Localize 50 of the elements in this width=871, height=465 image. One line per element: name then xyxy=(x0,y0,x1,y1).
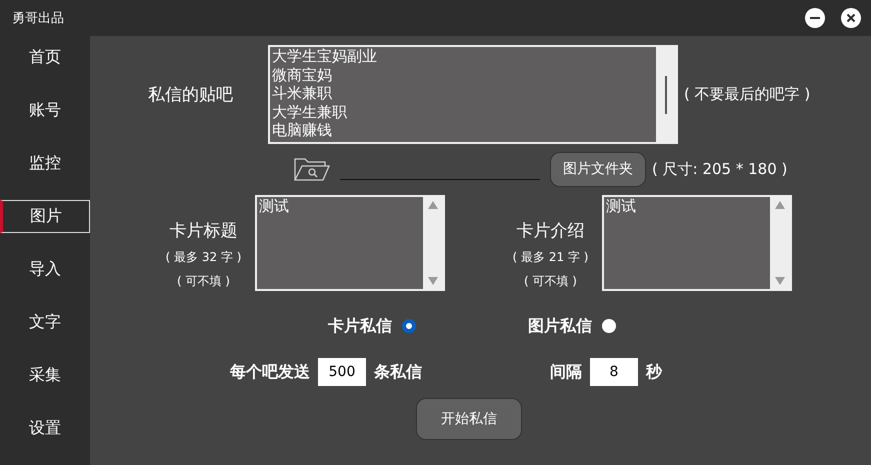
text-value: 测试 xyxy=(258,197,290,217)
optional-hint: ( 可不填 ) xyxy=(177,273,230,290)
close-icon[interactable] xyxy=(841,8,861,28)
list-item[interactable]: 微商宝妈 xyxy=(272,66,656,84)
scroll-up-icon[interactable] xyxy=(428,201,438,209)
count-field[interactable]: 500 xyxy=(318,358,366,386)
list-item[interactable]: 大学生兼职 xyxy=(272,102,656,121)
radio-label: 卡片私信 xyxy=(328,316,392,336)
start-button[interactable]: 开始私信 xyxy=(416,398,522,440)
field-label: 间隔 xyxy=(550,362,582,382)
field-label: 每个吧发送 xyxy=(230,362,310,382)
list-item[interactable]: 大学生宝妈副业 xyxy=(272,47,656,66)
sidebar-item[interactable]: 图片 xyxy=(0,200,90,234)
optional-hint: ( 可不填 ) xyxy=(524,273,577,290)
sidebar-item[interactable]: 监控 xyxy=(0,147,90,180)
window-title: 勇哥出品 xyxy=(12,10,64,27)
sidebar-item[interactable]: 文字 xyxy=(0,306,90,340)
list-item[interactable]: 斗米兼职 xyxy=(272,84,656,102)
scrollbar[interactable] xyxy=(656,47,676,142)
field-label: 卡片介绍 xyxy=(516,220,584,242)
hint-text: ( 不要最后的吧字 ) xyxy=(684,85,810,104)
scrollbar[interactable] xyxy=(423,197,443,289)
forum-listbox[interactable]: 大学生宝妈副业 微商宝妈 斗米兼职 大学生兼职 电脑赚钱 xyxy=(268,45,678,144)
scroll-down-icon[interactable] xyxy=(428,277,438,285)
size-hint: ( 尺寸: 205 * 180 ) xyxy=(652,160,788,178)
unit-label: 条私信 xyxy=(374,362,422,382)
minimize-icon[interactable] xyxy=(805,8,825,28)
sidebar-item[interactable]: 设置 xyxy=(0,412,90,446)
text-area[interactable]: 测试 xyxy=(602,195,792,291)
interval-field[interactable]: 8 xyxy=(590,358,638,386)
image-folder-button[interactable]: 图片文件夹 xyxy=(550,152,646,186)
sidebar-item[interactable]: 账号 xyxy=(0,94,90,127)
sidebar-item[interactable]: 采集 xyxy=(0,359,90,392)
unit-label: 秒 xyxy=(646,362,662,382)
sidebar-item[interactable]: 首页 xyxy=(0,41,90,74)
sidebar-item[interactable]: 导入 xyxy=(0,253,90,286)
radio-label: 图片私信 xyxy=(528,316,592,336)
folder-search-icon[interactable] xyxy=(293,156,331,182)
text-value: 测试 xyxy=(605,197,637,217)
field-label: 卡片标题 xyxy=(170,220,238,242)
field-label: 私信的贴吧 xyxy=(148,84,234,106)
limit-hint: ( 最多 21 字 ) xyxy=(512,249,588,266)
radio-button[interactable] xyxy=(602,319,616,333)
text-area[interactable]: 测试 xyxy=(255,195,445,291)
list-item[interactable]: 电脑赚钱 xyxy=(272,121,656,140)
scroll-up-icon[interactable] xyxy=(775,201,785,209)
scrollbar[interactable] xyxy=(770,197,790,289)
limit-hint: ( 最多 32 字 ) xyxy=(166,249,242,266)
scroll-down-icon[interactable] xyxy=(775,277,785,285)
radio-button[interactable] xyxy=(402,319,416,333)
